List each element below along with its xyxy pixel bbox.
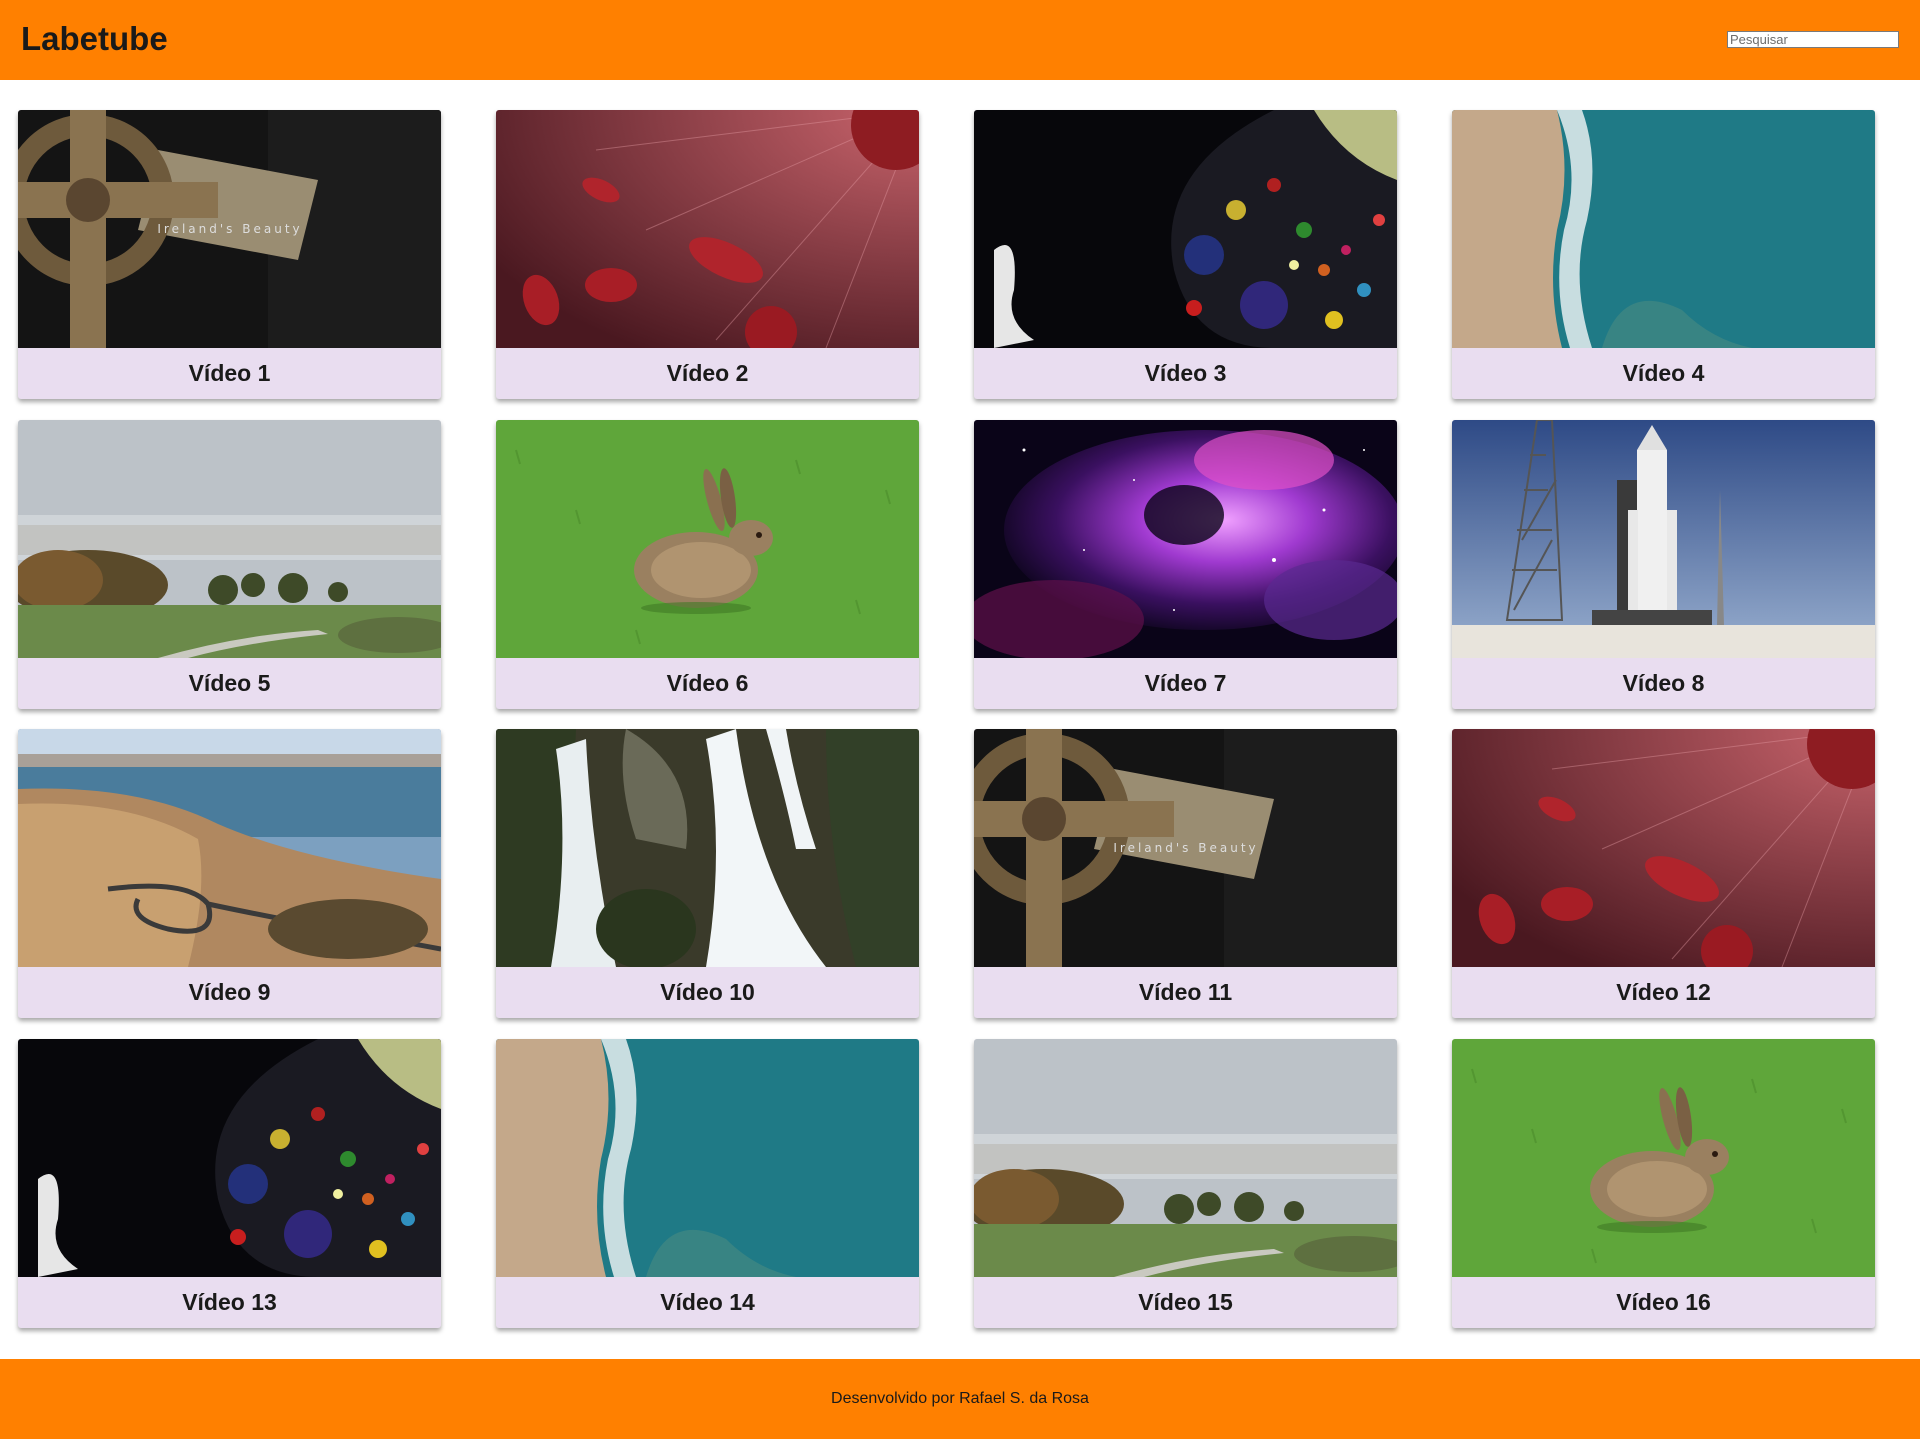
video-thumbnail[interactable]	[1452, 110, 1875, 348]
video-title[interactable]: Vídeo 9	[18, 967, 441, 1018]
video-card[interactable]: Ireland's Beauty Vídeo 11	[974, 729, 1397, 1018]
site-logo[interactable]: Labetube	[21, 19, 168, 59]
video-title[interactable]: Vídeo 13	[18, 1277, 441, 1328]
video-title[interactable]: Vídeo 14	[496, 1277, 919, 1328]
video-thumbnail[interactable]	[974, 110, 1397, 348]
video-thumbnail[interactable]	[18, 1039, 441, 1277]
video-card[interactable]: Vídeo 12	[1452, 729, 1875, 1018]
video-card[interactable]: Vídeo 7	[974, 420, 1397, 709]
video-thumbnail[interactable]	[974, 1039, 1397, 1277]
video-card[interactable]: Vídeo 2	[496, 110, 919, 399]
video-title[interactable]: Vídeo 10	[496, 967, 919, 1018]
video-card[interactable]: Vídeo 4	[1452, 110, 1875, 399]
video-card[interactable]: Vídeo 10	[496, 729, 919, 1018]
video-thumbnail[interactable]: Ireland's Beauty	[974, 729, 1397, 967]
video-title[interactable]: Vídeo 3	[974, 348, 1397, 399]
video-card[interactable]: Vídeo 3	[974, 110, 1397, 399]
video-title[interactable]: Vídeo 7	[974, 658, 1397, 709]
video-title[interactable]: Vídeo 5	[18, 658, 441, 709]
video-thumbnail[interactable]	[496, 420, 919, 658]
video-thumbnail[interactable]	[1452, 1039, 1875, 1277]
video-card[interactable]: Vídeo 5	[18, 420, 441, 709]
video-thumbnail[interactable]	[18, 729, 441, 967]
video-title[interactable]: Vídeo 15	[974, 1277, 1397, 1328]
video-card[interactable]: Vídeo 6	[496, 420, 919, 709]
video-thumbnail[interactable]	[18, 420, 441, 658]
thumbnail-caption: Ireland's Beauty	[1113, 841, 1258, 855]
video-card[interactable]: Vídeo 8	[1452, 420, 1875, 709]
video-thumbnail[interactable]	[496, 110, 919, 348]
footer-credit: Desenvolvido por Rafael S. da Rosa	[831, 1390, 1089, 1407]
video-title[interactable]: Vídeo 6	[496, 658, 919, 709]
video-card[interactable]: Vídeo 9	[18, 729, 441, 1018]
video-title[interactable]: Vídeo 8	[1452, 658, 1875, 709]
site-footer: Desenvolvido por Rafael S. da Rosa	[0, 1359, 1920, 1439]
video-card[interactable]: Vídeo 16	[1452, 1039, 1875, 1328]
search-input[interactable]	[1727, 31, 1899, 48]
video-card[interactable]: Vídeo 13	[18, 1039, 441, 1328]
video-card[interactable]: Vídeo 15	[974, 1039, 1397, 1328]
video-title[interactable]: Vídeo 16	[1452, 1277, 1875, 1328]
video-thumbnail[interactable]	[1452, 729, 1875, 967]
site-header: Labetube	[0, 0, 1920, 80]
video-grid: Ireland's Beauty Vídeo 1 Vídeo 2 Vídeo 3 …	[0, 80, 1920, 1359]
video-title[interactable]: Vídeo 11	[974, 967, 1397, 1018]
video-card[interactable]: Ireland's Beauty Vídeo 1	[18, 110, 441, 399]
video-title[interactable]: Vídeo 1	[18, 348, 441, 399]
video-thumbnail[interactable]	[974, 420, 1397, 658]
video-title[interactable]: Vídeo 2	[496, 348, 919, 399]
thumbnail-caption: Ireland's Beauty	[157, 222, 302, 236]
video-thumbnail[interactable]	[496, 729, 919, 967]
video-title[interactable]: Vídeo 12	[1452, 967, 1875, 1018]
video-thumbnail[interactable]	[496, 1039, 919, 1277]
video-title[interactable]: Vídeo 4	[1452, 348, 1875, 399]
video-thumbnail[interactable]: Ireland's Beauty	[18, 110, 441, 348]
video-card[interactable]: Vídeo 14	[496, 1039, 919, 1328]
video-thumbnail[interactable]	[1452, 420, 1875, 658]
